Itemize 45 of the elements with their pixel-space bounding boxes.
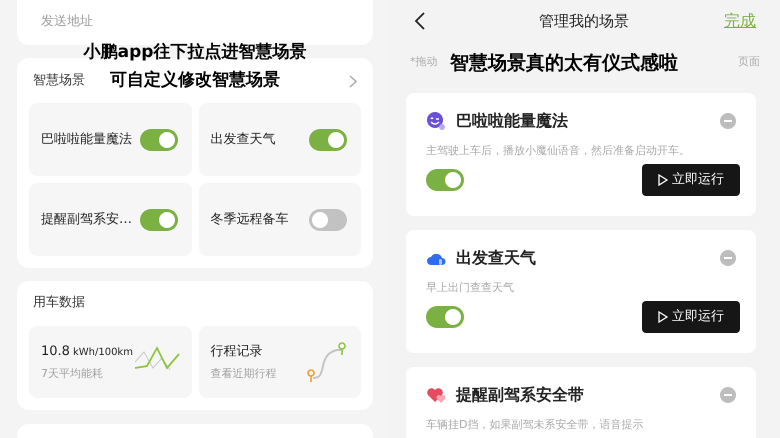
scene-name: 巴啦啦能量魔法 — [456, 110, 568, 132]
scene-label: 提醒副驾系安… — [41, 210, 132, 229]
caption-text: 可自定义修改智慧场景 — [109, 69, 281, 92]
chevron-right-icon[interactable] — [349, 74, 357, 88]
scene-tile[interactable]: 巴啦啦能量魔法 — [29, 103, 192, 176]
scene-label: 出发查天气 — [210, 130, 276, 149]
toggle-switch[interactable] — [309, 128, 347, 150]
scene-name: 出发查天气 — [456, 247, 536, 269]
toggle-switch[interactable] — [140, 208, 178, 230]
scene-tile[interactable]: 提醒副驾系安… — [29, 183, 192, 256]
toggle-switch[interactable] — [426, 168, 464, 190]
scene-label: 巴啦啦能量魔法 — [41, 130, 132, 149]
toggle-switch[interactable] — [309, 208, 347, 230]
scene-tile[interactable]: 冬季远程备车 — [198, 183, 361, 256]
section-title: 智慧场景 — [33, 72, 85, 90]
remove-icon[interactable] — [720, 113, 736, 129]
toggle-switch[interactable] — [140, 128, 178, 150]
back-icon[interactable] — [414, 12, 426, 30]
play-icon — [658, 174, 668, 186]
scene-tile[interactable]: 出发查天气 — [198, 103, 361, 176]
section-title: 用车数据 — [32, 294, 86, 312]
scene-name: 提醒副驾系安全带 — [456, 384, 584, 406]
energy-unit: kWh/100km — [72, 346, 133, 360]
smiley-icon — [426, 111, 446, 131]
scene-description: 车辆挂D挡，如果副驾未系安全带，语音提示 — [426, 417, 644, 433]
energy-tile[interactable]: 10.8 kWh/100km 7天平均能耗 — [29, 326, 192, 398]
play-icon — [658, 310, 668, 322]
toggle-switch[interactable] — [426, 306, 464, 328]
run-button[interactable]: 立即运行 — [642, 300, 740, 332]
hint-text: *拖动 — [410, 54, 438, 70]
trips-caption: 查看近期行程 — [210, 366, 276, 382]
run-button[interactable]: 立即运行 — [642, 164, 740, 196]
scene-description: 主驾驶上车后，播放小魔仙语音，然后准备启动开车。 — [426, 143, 690, 159]
trips-tile[interactable]: 行程记录 查看近期行程 — [198, 326, 361, 398]
page-title: 管理我的场景 — [539, 10, 629, 32]
scene-label: 冬季远程备车 — [210, 210, 288, 229]
hint-text: 页面 — [738, 54, 760, 70]
caption-text: 小鹏app往下拉点进智慧场景 — [82, 41, 308, 64]
heart-icon — [426, 386, 446, 404]
energy-value: 10.8 — [41, 343, 70, 361]
remove-icon[interactable] — [720, 250, 736, 266]
remove-icon[interactable] — [720, 387, 736, 403]
energy-caption: 7天平均能耗 — [41, 366, 103, 382]
scene-description: 早上出门查查天气 — [426, 280, 514, 296]
trips-title: 行程记录 — [210, 343, 262, 361]
